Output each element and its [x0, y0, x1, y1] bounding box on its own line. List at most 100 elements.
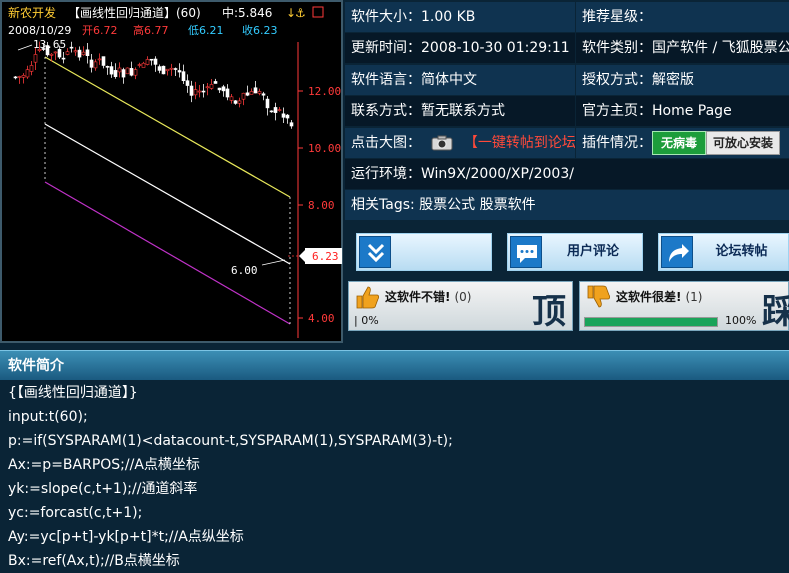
stock-chart-panel[interactable]: 新农开发 【画线性回归通道】(60) 中:5.846 ↓ ⚓ 2008/10/2…: [0, 0, 343, 343]
updated-label: 更新时间：: [351, 40, 421, 57]
candle-body: [121, 69, 126, 78]
tags-value[interactable]: 股票公式 股票软件: [419, 197, 535, 213]
intro-section-header: 软件简介: [0, 350, 789, 380]
intro-title: 软件简介: [8, 358, 64, 374]
double-chevron-down-icon: [359, 236, 391, 268]
size-value: 1.00 KB: [421, 9, 476, 25]
candle-body: [17, 76, 22, 78]
intro-code-line: Ay:=yc[p+t]-yk[p+t]*t;//A点纵坐标: [8, 529, 244, 545]
safe-install-badge: 可放心安装: [706, 130, 781, 155]
user-review-button[interactable]: 用户评论: [507, 233, 643, 271]
candle-body: [109, 66, 114, 75]
window-icon: [312, 6, 324, 18]
low-label: 低6.21: [188, 24, 224, 37]
vote-bad-progress-bar: [584, 317, 718, 327]
intro-code-line: {【画线性回归通道】}: [8, 385, 138, 401]
category-link[interactable]: 国产软件 / 飞狐股票公: [652, 40, 789, 56]
bigimage-label: 点击大图：: [351, 134, 421, 151]
download-button[interactable]: [356, 233, 492, 271]
candle-body: [197, 90, 202, 93]
candle-body: [81, 51, 86, 56]
forum-repost-label: 论坛转帖: [715, 244, 768, 259]
info-row-env: 运行环境：Win9X/2000/XP/2003/: [345, 158, 789, 191]
current-price-label: 6.23: [312, 250, 339, 263]
candle-body: [33, 54, 38, 63]
top-price-label: 13.65: [33, 38, 66, 51]
intro-code-line: p:=if(SYSPARAM(1)<datacount-t,SYSPARAM(1…: [8, 433, 453, 449]
candle-body: [65, 51, 70, 55]
vote-bad-count: (1): [685, 290, 703, 304]
candle-body: [229, 96, 234, 101]
candle-body: [141, 62, 146, 68]
vote-bad-title: 这软件很差! (1): [616, 290, 703, 304]
candle-body: [265, 98, 270, 109]
info-row-updated: 更新时间：2008-10-30 01:29:11 软件类别：国产软件 / 飞狐股…: [345, 33, 789, 65]
camera-icon[interactable]: [431, 135, 453, 151]
info-row-size: 软件大小：1.00 KB 推荐星级：: [345, 2, 789, 34]
open-label: 开6.72: [82, 24, 118, 37]
intro-code-line: Bx:=ref(Ax,t);//B点横坐标: [8, 553, 180, 569]
intro-code-line: yk:=slope(c,t+1);//通道斜率: [8, 481, 198, 497]
updated-value: 2008-10-30 01:29:11: [421, 40, 570, 57]
high-label: 高6.77: [133, 23, 169, 37]
vote-bad-panel[interactable]: 这软件很差! (1) 踩 100%: [579, 281, 789, 332]
vote-good-title: 这软件不错! (0): [385, 290, 472, 304]
intro-code-line: input:t(60);: [8, 409, 88, 425]
candle-body: [105, 66, 110, 68]
candle-body: [89, 59, 94, 68]
candle-body: [113, 70, 118, 77]
candle-body: [221, 86, 226, 92]
env-label: 运行环境：: [351, 165, 421, 182]
candle-body: [165, 68, 170, 72]
vote-good-panel[interactable]: 这软件不错! (0) 顶 | 0%: [348, 281, 573, 332]
candle-body: [249, 91, 254, 95]
price-axis-label: 4.00: [308, 312, 335, 325]
candle-body: [277, 109, 282, 111]
top-price-pointer: [17, 44, 33, 51]
intro-body: {【画线性回归通道】} input:t(60); p:=if(SYSPARAM(…: [0, 381, 789, 573]
candle-body: [225, 88, 230, 98]
candle-body: [193, 89, 198, 96]
language-value: 简体中文: [421, 71, 477, 88]
repost-to-forum-link[interactable]: 【一键转帖到论坛】: [464, 135, 575, 151]
close-label: 收6.23: [242, 23, 278, 37]
candle-body: [73, 50, 78, 53]
candle-body: [85, 49, 90, 57]
intro-code-line: yc:=forcast(c,t+1);: [8, 505, 143, 521]
candle-body: [97, 58, 102, 61]
current-price-tag-arrow: [299, 250, 305, 262]
vote-bad-percent: 100%: [725, 314, 757, 327]
candle-body: [217, 87, 222, 91]
candle-body: [49, 53, 54, 56]
vote-bad-progress-fill: [585, 318, 717, 326]
candle-body: [101, 56, 106, 66]
license-label: 授权方式：: [582, 71, 652, 88]
candle-body: [53, 51, 58, 54]
candle-body: [25, 69, 30, 78]
forum-repost-button[interactable]: 论坛转帖: [658, 233, 789, 271]
candle-body: [185, 80, 190, 86]
candle-body: [281, 113, 286, 118]
candle-body: [117, 67, 122, 73]
candle-body: [205, 86, 210, 89]
candle-body: [237, 100, 242, 104]
homepage-label: 官方主页：: [582, 103, 652, 120]
rating-label: 推荐星级：: [582, 9, 652, 25]
info-row-language: 软件语言：简体中文 授权方式：解密版: [345, 64, 789, 97]
candle-body: [69, 46, 74, 49]
candle-body: [13, 76, 18, 79]
homepage-link[interactable]: Home Page: [652, 103, 732, 119]
candle-body: [189, 85, 194, 96]
candle-body: [133, 69, 138, 76]
channel-mid-line: [44, 123, 291, 265]
candle-body: [137, 64, 142, 66]
candle-body: [257, 91, 262, 94]
intro-code-line: Ax:=p=BARPOS;//A点横坐标: [8, 457, 200, 473]
user-review-label: 用户评论: [566, 244, 619, 259]
candle-body: [269, 110, 274, 113]
price-axis-label: 12.00: [308, 85, 341, 98]
info-row-contact: 联系方式：暂无联系方式 官方主页：Home Page: [345, 96, 789, 128]
vote-good-count: (0): [454, 290, 472, 304]
candle-body: [209, 84, 214, 89]
header-icons: ↓ ⚓: [286, 6, 324, 20]
